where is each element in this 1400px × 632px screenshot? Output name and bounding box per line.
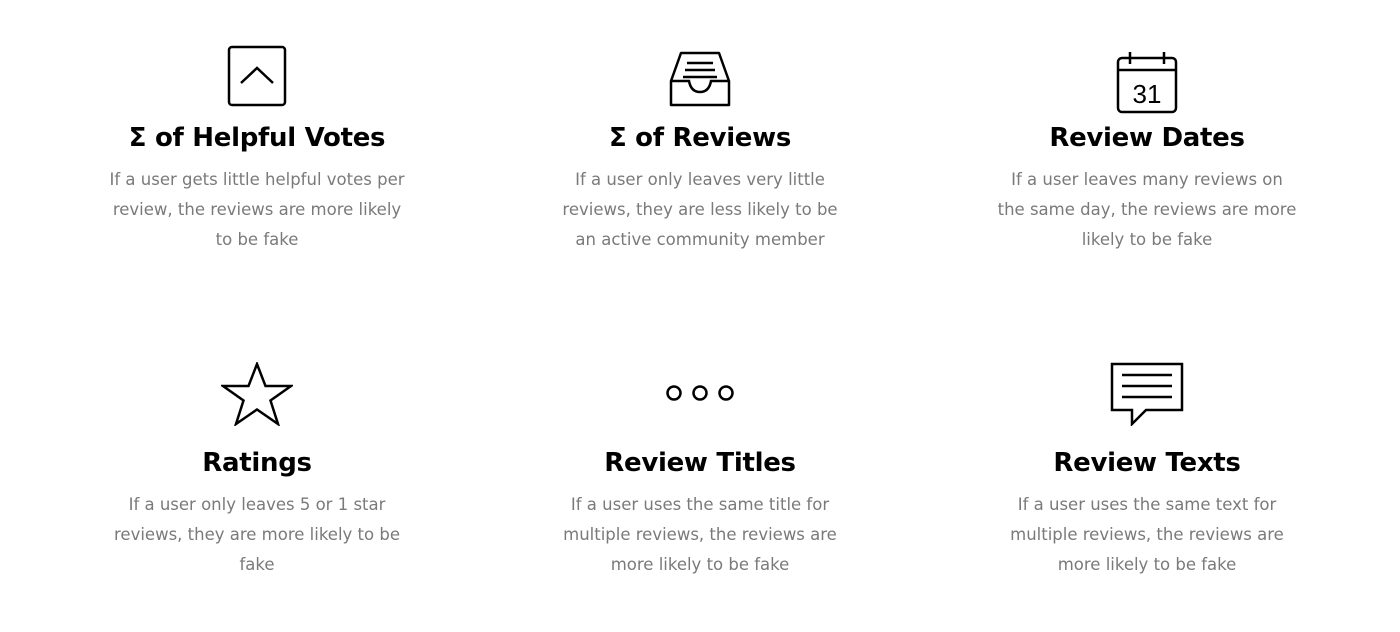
star-icon [221,362,293,426]
feature-title: Review Texts [1053,448,1241,478]
feature-description: If a user gets little helpful votes per … [109,170,405,249]
feature-title: Σ of Helpful Votes [128,123,386,153]
calendar-icon: 31 [1116,50,1178,114]
feature-description: If a user only leaves very little review… [562,170,838,249]
feature-title: Ratings [202,448,312,478]
feature-title: Review Dates [1049,123,1245,153]
ellipsis-icon [664,383,736,403]
feature-title: Review Titles [604,448,796,478]
speech-bubble-icon [1110,362,1184,426]
chevron-up-box-icon [227,45,287,107]
inbox-tray-icon [669,50,731,108]
calendar-day-number: 31 [1133,79,1162,109]
feature-description: If a user uses the same text for multipl… [1010,495,1284,574]
feature-description: If a user uses the same title for multip… [563,495,837,574]
feature-description: If a user only leaves 5 or 1 star review… [114,495,400,574]
feature-description: If a user leaves many reviews on the sam… [997,170,1297,249]
feature-title: Σ of Reviews [608,123,792,153]
